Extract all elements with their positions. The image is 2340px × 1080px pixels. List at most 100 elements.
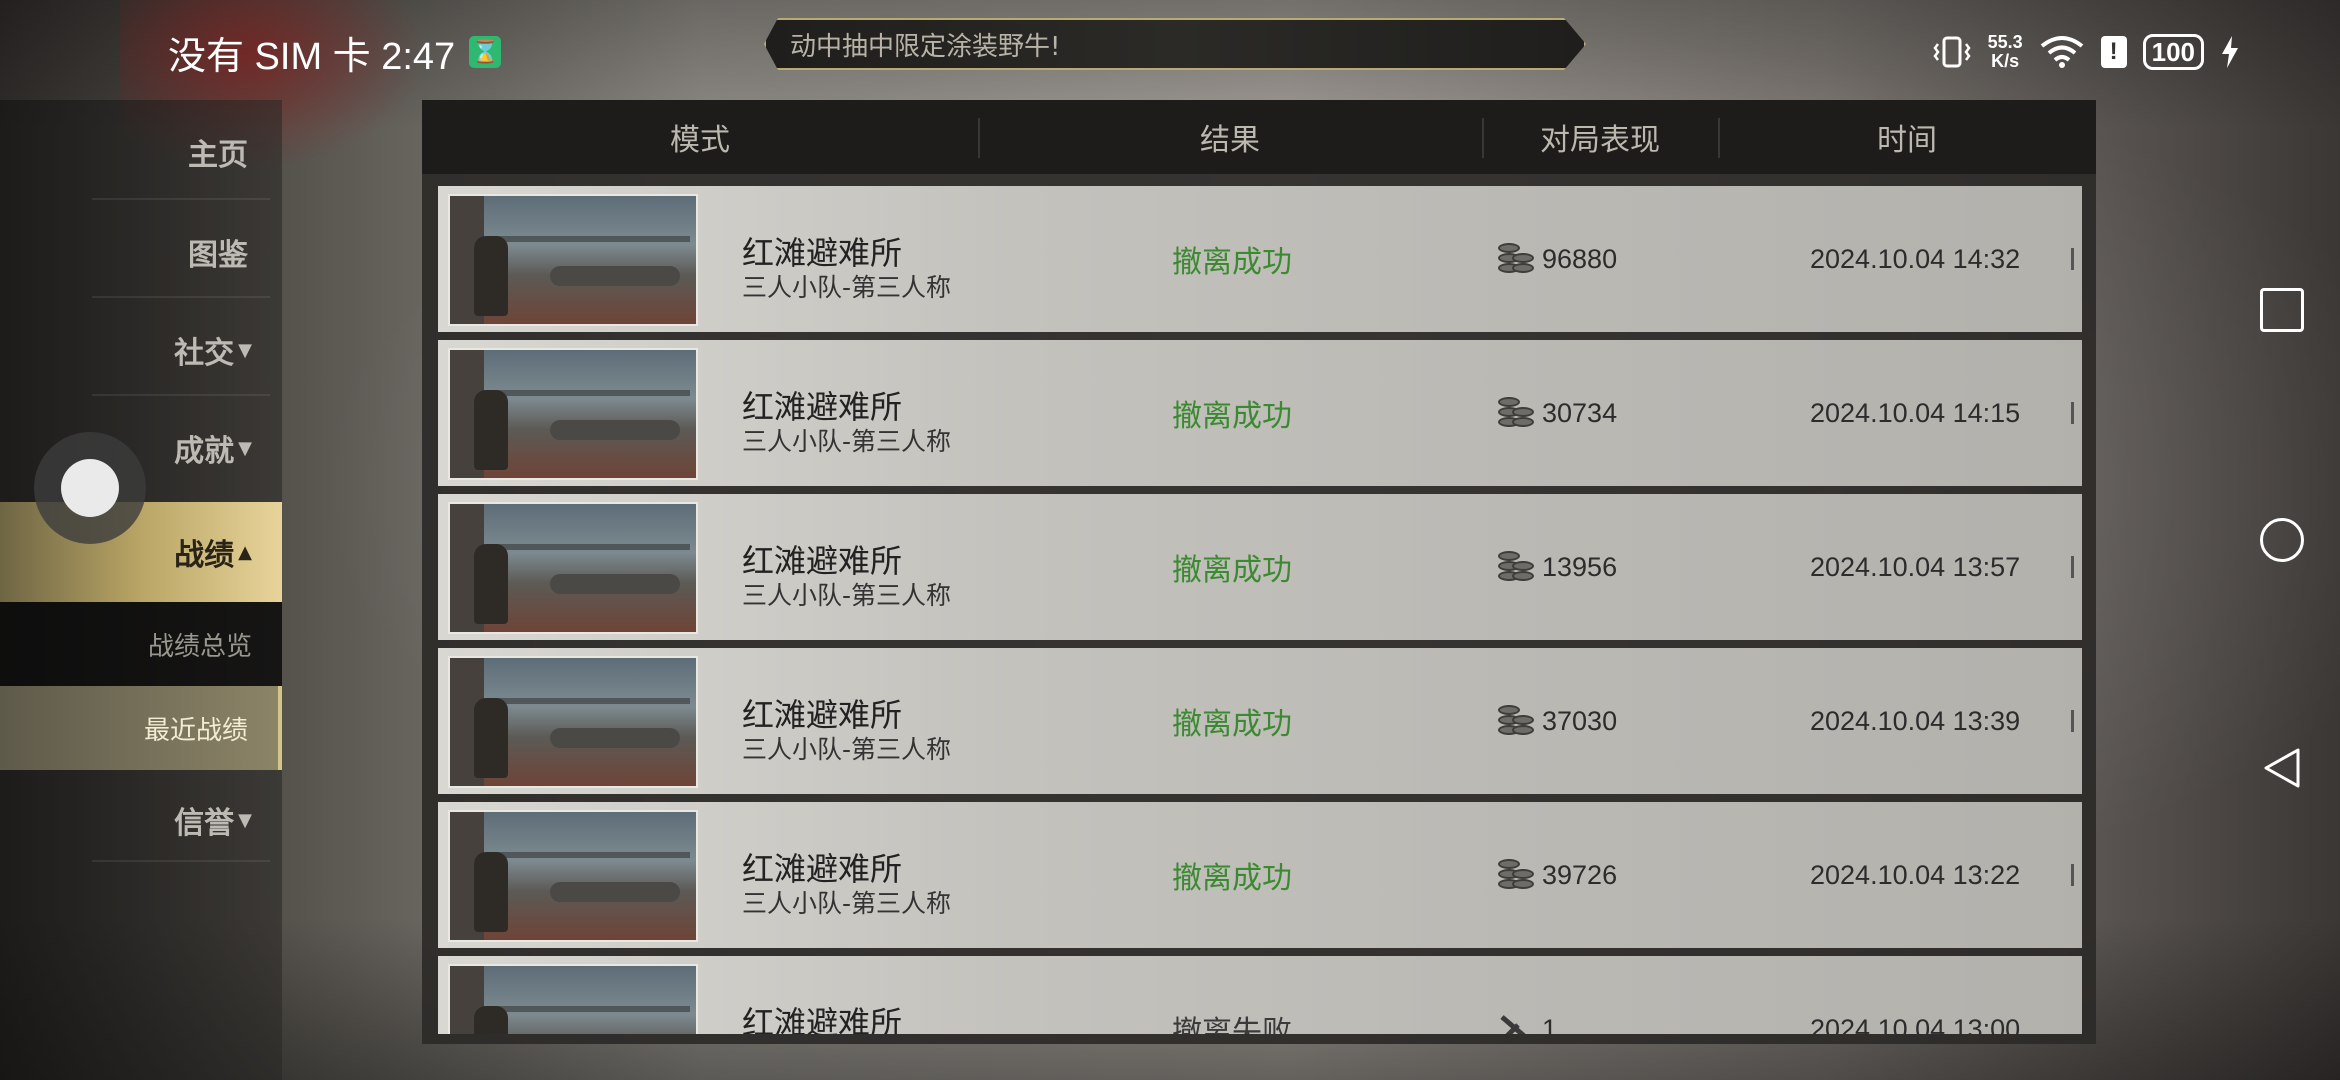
table-row[interactable]: 红滩避难所 三人小队-第三人称 撤离成功 30734 2024.10.04 14… — [438, 340, 2082, 486]
network-speed-unit: K/s — [1991, 51, 2020, 71]
column-header-result: 结果 — [1200, 123, 1260, 158]
match-result: 撤离成功 — [1172, 861, 1292, 896]
match-time: 2024.10.04 14:32 — [1810, 243, 2021, 274]
subitem-records-overview[interactable]: 战绩总览 — [0, 602, 282, 686]
coins-icon — [1496, 549, 1536, 585]
table-header: 模式 结果 对局表现 时间 — [422, 100, 2096, 174]
table-row[interactable]: 红滩避难所 三人小队-第三人称 撤离成功 96880 2024.10.04 14… — [438, 186, 2082, 332]
performance-value: 96880 — [1542, 243, 1618, 274]
vibrate-icon — [1933, 36, 1971, 68]
wifi-icon — [2040, 36, 2083, 68]
sidebar-item-codex[interactable]: 图鉴 — [0, 202, 282, 302]
map-thumbnail — [448, 194, 698, 326]
match-mode: 三人小队-第三人称 — [742, 735, 952, 764]
map-thumbnail — [448, 964, 698, 1034]
sidebar-item-label: 社交 — [174, 336, 235, 371]
battery-indicator: 100 — [2142, 34, 2204, 70]
table-row[interactable]: 红滩避难所 撤离失败 1 2024.10.04 13:00 — [438, 956, 2082, 1034]
performance-value: 30734 — [1542, 397, 1618, 428]
match-mode: 三人小队-第三人称 — [742, 273, 952, 302]
chevron-down-icon: ▼ — [238, 809, 252, 831]
network-speed-value: 55.3 — [1987, 32, 2023, 52]
announcement-banner: 动中抽中限定涂装野牛! — [764, 18, 1586, 70]
match-result: 撤离失败 — [1172, 1015, 1292, 1034]
floating-assist-button[interactable] — [34, 432, 146, 544]
row-edge-marker — [2071, 864, 2074, 886]
sidebar-item-social[interactable]: 社交 ▼ — [0, 300, 282, 400]
back-button[interactable] — [2260, 746, 2304, 790]
assist-knob — [61, 459, 119, 517]
map-thumbnail — [448, 348, 698, 480]
divider — [92, 394, 270, 396]
divider — [92, 860, 270, 862]
hourglass-icon: ⌛ — [469, 36, 502, 68]
sidebar-item-label: 成就 — [174, 434, 235, 469]
charging-icon — [2222, 36, 2238, 68]
table-row[interactable]: 红滩避难所 三人小队-第三人称 撤离成功 37030 2024.10.04 13… — [438, 648, 2082, 794]
records-list: 红滩避难所 三人小队-第三人称 撤离成功 96880 2024.10.04 14… — [438, 186, 2082, 1034]
subitem-recent-records[interactable]: 最近战绩 — [0, 686, 282, 770]
map-thumbnail — [448, 656, 698, 788]
table-row[interactable]: 红滩避难所 三人小队-第三人称 撤离成功 39726 2024.10.04 13… — [438, 802, 2082, 948]
performance-value: 13956 — [1542, 551, 1618, 582]
sidebar-item-label: 图鉴 — [188, 238, 248, 273]
chevron-up-icon: ▲ — [238, 541, 252, 563]
coins-icon — [1496, 395, 1536, 431]
coins-icon — [1496, 703, 1536, 739]
recent-apps-button[interactable] — [2260, 288, 2304, 332]
sidebar-item-label: 主页 — [188, 138, 248, 173]
map-thumbnail — [448, 810, 698, 942]
match-mode: 三人小队-第三人称 — [742, 427, 952, 456]
performance: 37030 — [1496, 648, 1617, 794]
coins-icon — [1496, 857, 1536, 893]
match-time: 2024.10.04 13:39 — [1810, 705, 2021, 736]
column-header-time: 时间 — [1877, 123, 1937, 158]
match-time: 2024.10.04 14:15 — [1810, 397, 2021, 428]
map-name: 红滩避难所 — [742, 1004, 903, 1034]
match-time: 2024.10.04 13:57 — [1810, 551, 2021, 582]
map-thumbnail — [448, 502, 698, 634]
chevron-down-icon: ▼ — [238, 437, 252, 459]
sidebar: 主页 图鉴 社交 ▼ 成就 ▼ 战绩 ▲ 战绩总览 最近战绩 信誉 ▼ — [0, 100, 282, 1080]
column-header-mode: 模式 — [670, 123, 730, 158]
row-edge-marker — [2071, 710, 2074, 732]
carrier-time: 没有 SIM 卡 2:47 — [168, 35, 456, 78]
subitem-label: 最近战绩 — [143, 715, 248, 746]
broken-gun-icon — [1500, 1015, 1526, 1034]
sidebar-item-label: 信誉 — [174, 806, 235, 841]
match-result: 撤离成功 — [1172, 707, 1292, 742]
divider — [92, 198, 270, 200]
row-edge-marker — [2071, 402, 2074, 424]
status-bar-right: 55.3 K/s ! 100 — [1932, 24, 2240, 80]
match-mode: 三人小队-第三人称 — [742, 889, 952, 918]
match-time: 2024.10.04 13:00 — [1810, 1013, 2021, 1035]
home-button[interactable] — [2260, 518, 2304, 562]
announcement-text: 动中抽中限定涂装野牛! — [790, 31, 1061, 62]
performance: 13956 — [1496, 494, 1617, 640]
performance-value: 39726 — [1542, 859, 1618, 890]
performance: 96880 — [1496, 186, 1617, 332]
performance: 1 — [1496, 956, 1557, 1034]
match-time: 2024.10.04 13:22 — [1810, 859, 2021, 890]
sidebar-item-reputation[interactable]: 信誉 ▼ — [0, 770, 282, 870]
row-edge-marker — [2071, 248, 2074, 270]
row-edge-marker — [2071, 556, 2074, 578]
coins-icon — [1496, 241, 1536, 277]
subitem-label: 战绩总览 — [147, 631, 252, 662]
column-header-performance: 对局表现 — [1540, 123, 1660, 158]
divider — [92, 296, 270, 298]
table-row[interactable]: 红滩避难所 三人小队-第三人称 撤离成功 13956 2024.10.04 13… — [438, 494, 2082, 640]
performance-value: 1 — [1542, 1013, 1558, 1035]
performance-value: 37030 — [1542, 705, 1618, 736]
chevron-down-icon: ▼ — [238, 339, 252, 361]
performance: 30734 — [1496, 340, 1617, 486]
network-speed: 55.3 K/s — [1988, 33, 2023, 71]
match-result: 撤离成功 — [1172, 245, 1292, 280]
sidebar-item-label: 战绩 — [174, 538, 235, 573]
performance: 39726 — [1496, 802, 1617, 948]
match-mode: 三人小队-第三人称 — [742, 581, 952, 610]
match-result: 撤离成功 — [1172, 553, 1292, 588]
match-result: 撤离成功 — [1172, 399, 1292, 434]
sidebar-item-home[interactable]: 主页 — [0, 102, 282, 202]
records-panel: 模式 结果 对局表现 时间 红滩避难所 三人小队-第三人称 撤离成功 96880… — [422, 100, 2096, 1044]
